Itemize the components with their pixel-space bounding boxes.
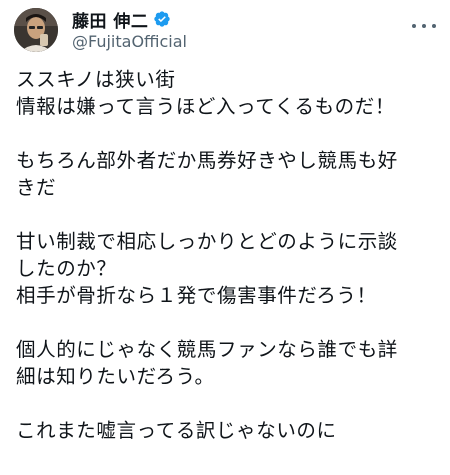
tweet-line: 個人的にじゃなく競馬ファンなら誰でも詳 [16,338,398,361]
tweet-line [16,120,440,147]
tweet-line: したのか？ [16,257,117,280]
tweet-line: 相手が骨折なら１発で傷害事件だろう！ [16,284,377,307]
tweet-line: ススキノは狭い街 [16,68,176,91]
tweet-line: これまた嘘言ってる訳じゃないのに [16,419,337,442]
display-name[interactable]: 藤田 伸二 [72,7,148,32]
tweet-line: もちろん部外者だか馬券好きやし競馬も好 [16,149,398,172]
tweet-line: 情報は嫌って言うほど入ってくるものだ！ [16,95,395,118]
tweet-line [16,201,440,228]
more-options-icon[interactable] [412,16,436,36]
tweet-line: 甘い制裁で相応しっかりとどのように示談 [16,230,398,253]
tweet-header: 藤田 伸二 @FujitaOfficial [0,0,450,60]
tweet-line [16,390,440,417]
avatar[interactable] [14,8,58,52]
avatar-image [14,8,58,52]
tweet-line [16,309,440,336]
tweet-line: 細は知りたいだろう。 [16,365,215,388]
verified-badge-icon [153,10,171,28]
tweet-line: きだ [16,176,57,199]
user-handle[interactable]: @FujitaOfficial [72,32,187,51]
tweet-text: ススキノは狭い街 情報は嫌って言うほど入ってくるものだ！ もちろん部外者だか馬券… [16,66,440,444]
